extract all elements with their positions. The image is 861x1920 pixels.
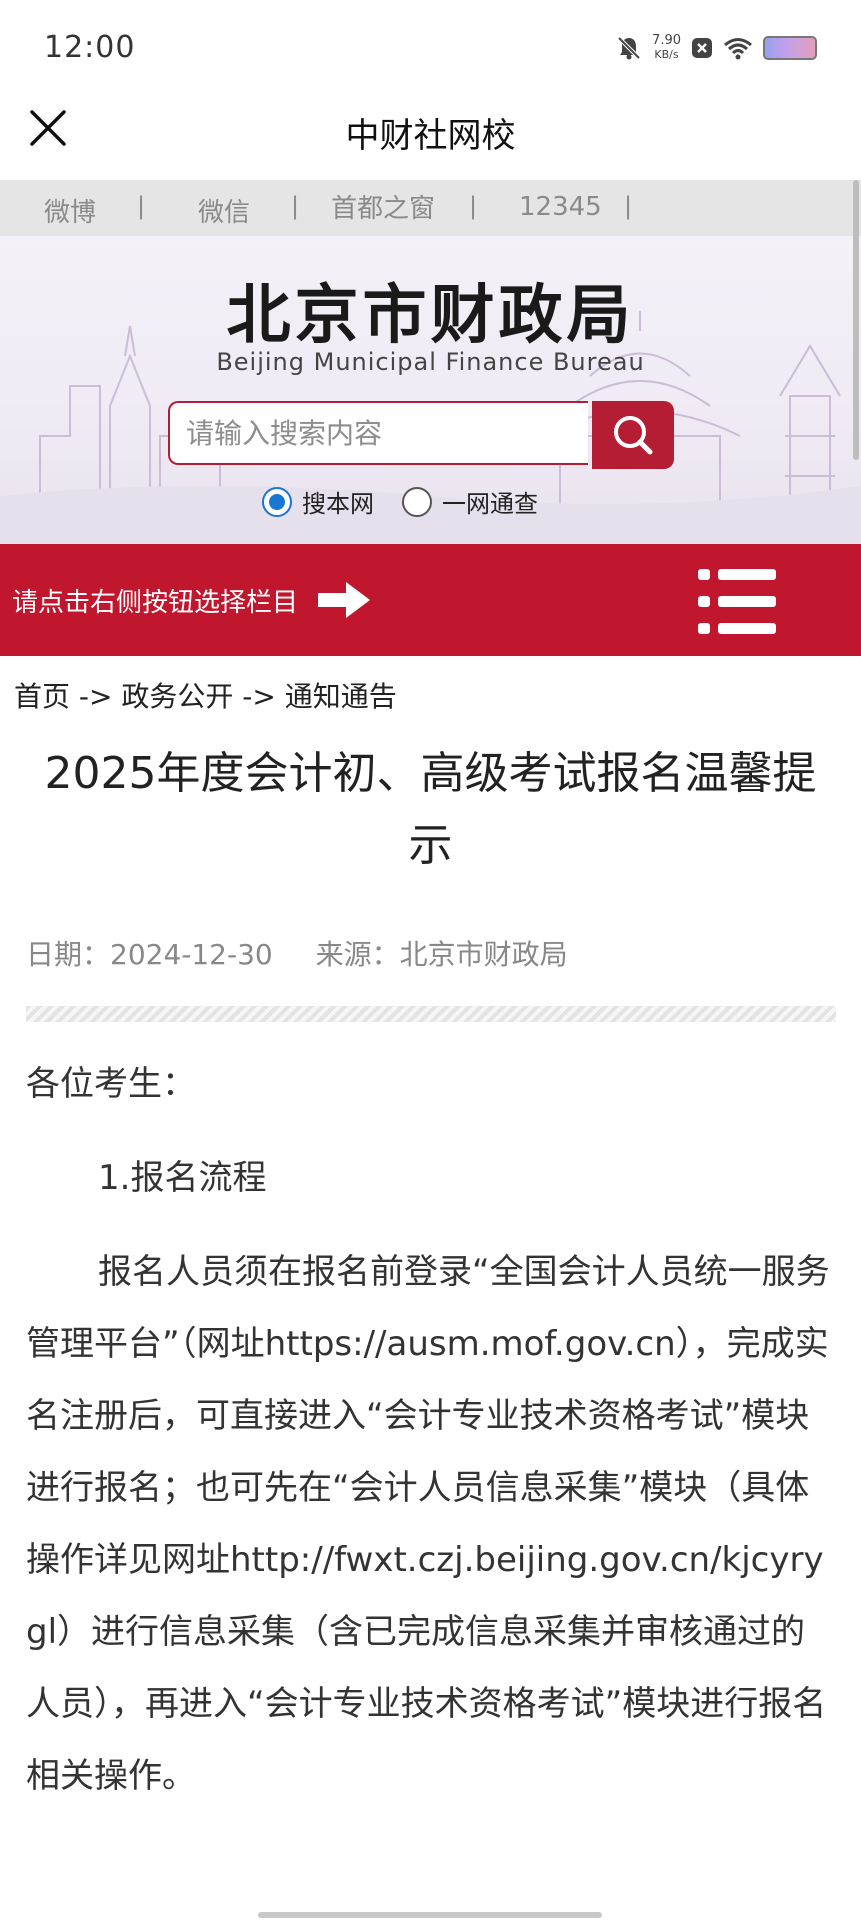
bureau-subtitle: Beijing Municipal Finance Bureau [216, 348, 645, 376]
app-notification-icon [692, 38, 712, 58]
nav-hint: 请点击右侧按钮选择栏目 [12, 588, 299, 618]
scrollbar[interactable] [853, 180, 859, 460]
search-button[interactable] [592, 401, 674, 469]
divider [26, 1006, 836, 1022]
radio-this-site-label: 搜本网 [302, 490, 374, 518]
mute-bell-icon [617, 36, 641, 60]
status-time: 12:00 [44, 30, 136, 65]
search-input[interactable] [168, 401, 588, 465]
home-indicator[interactable] [258, 1912, 602, 1918]
net-speed-value: 7.90 [652, 33, 681, 48]
breadcrumb[interactable]: 首页 -> 政务公开 -> 通知通告 [14, 675, 397, 715]
salutation: 各位考生： [26, 1064, 196, 1104]
link-weixin[interactable]: 微信 [198, 192, 250, 229]
section-heading: 1.报名流程 [98, 1158, 267, 1198]
bureau-title: 北京市财政局 [226, 279, 635, 353]
arrow-right-icon [318, 582, 370, 618]
article-date: 日期：2024-12-30 [26, 938, 273, 971]
search-box [168, 401, 674, 469]
status-icons: 7.90 KB/s [616, 34, 817, 62]
battery-icon [763, 36, 817, 60]
search-scope-options: 搜本网 一网通查 [262, 484, 538, 519]
net-speed-unit: KB/s [654, 48, 679, 61]
menu-icon[interactable] [698, 566, 780, 636]
article-paragraph: 报名人员须在报名前登录“全国会计人员统一服务管理平台”（网址https://au… [26, 1252, 830, 1796]
radio-all-network-label: 一网通查 [442, 490, 538, 518]
net-speed: 7.90 KB/s [652, 34, 681, 62]
link-weibo[interactable]: 微博 [44, 192, 96, 229]
link-separator: | [291, 192, 300, 220]
wifi-icon [724, 38, 752, 60]
link-separator: | [137, 192, 146, 220]
link-12345[interactable]: 12345 [519, 192, 602, 222]
article-source: 来源：北京市财政局 [315, 938, 568, 971]
link-separator: | [624, 192, 633, 220]
link-separator: | [469, 192, 478, 220]
radio-all-network[interactable] [402, 486, 432, 517]
app-title: 中财社网校 [345, 116, 516, 156]
link-shoudu[interactable]: 首都之窗 [331, 188, 435, 225]
search-icon [614, 416, 653, 455]
radio-this-site[interactable] [262, 486, 292, 517]
article-meta: 日期：2024-12-30 来源：北京市财政局 [26, 933, 602, 973]
article-title: 2025年度会计初、高级考试报名温馨提示 [44, 748, 817, 871]
